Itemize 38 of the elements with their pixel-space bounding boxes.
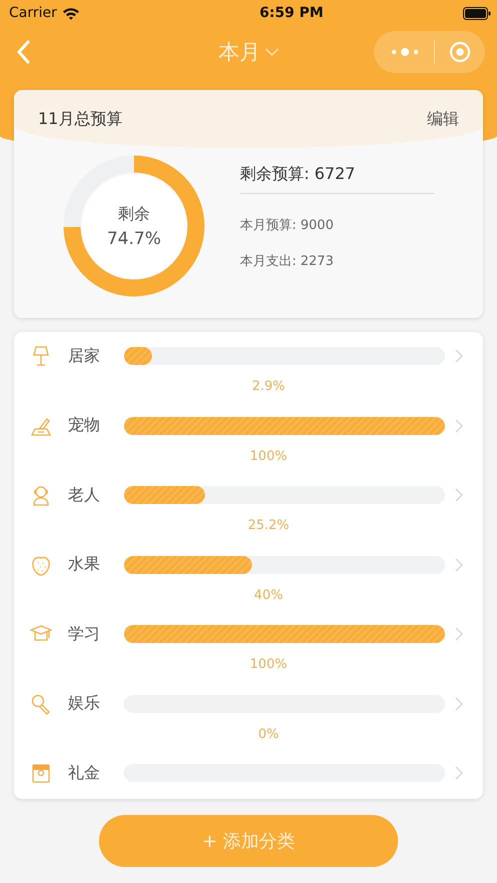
category-name: 宠物 xyxy=(68,415,101,436)
wifi-icon xyxy=(62,6,80,20)
category-percent: 2.9% xyxy=(252,379,286,394)
monthly-spending: 本月支出: 2273 xyxy=(240,253,335,270)
category-name: 居家 xyxy=(68,346,101,366)
back-icon[interactable] xyxy=(16,40,30,64)
chevron-down-icon xyxy=(264,48,278,56)
battery-icon xyxy=(463,6,491,20)
status-time: 6:59 PM xyxy=(260,5,324,21)
edit-link[interactable]: 编辑 xyxy=(427,108,459,130)
chevron-right-icon[interactable] xyxy=(455,696,463,710)
chevron-right-icon[interactable] xyxy=(455,349,463,363)
chevron-right-icon[interactable] xyxy=(455,558,463,572)
category-percent: 0% xyxy=(258,726,279,742)
category-percent: 25.2% xyxy=(248,518,290,533)
category-percent: 100% xyxy=(250,448,288,464)
chevron-right-icon[interactable] xyxy=(455,418,463,432)
chevron-right-icon[interactable] xyxy=(455,766,463,780)
category-percent: 40% xyxy=(254,588,283,602)
category-name: 水果 xyxy=(68,554,101,575)
category-name: 娱乐 xyxy=(68,693,101,714)
category-name: 老人 xyxy=(68,484,101,506)
ring-percent: 74.7% xyxy=(106,228,161,248)
category-name: 学习 xyxy=(68,624,101,644)
budget-title: 11月总预算 xyxy=(38,108,122,130)
more-icon[interactable] xyxy=(390,47,420,57)
magnifier-icon xyxy=(30,692,52,714)
carrier-name: Carrier xyxy=(9,5,57,21)
record-icon[interactable] xyxy=(449,41,471,63)
month-dropdown[interactable]: 本月 xyxy=(218,38,278,66)
chevron-right-icon[interactable] xyxy=(455,488,463,502)
ring-label: 剩余 xyxy=(118,204,150,224)
add-category-button[interactable]: + 添加分类 xyxy=(99,815,398,867)
category-percent: 100% xyxy=(250,657,288,672)
remaining-budget: 剩余预算: 6727 xyxy=(240,164,434,194)
monthly-budget: 本月预算: 9000 xyxy=(240,217,335,234)
chevron-right-icon[interactable] xyxy=(455,627,463,641)
category-name: 礼金 xyxy=(68,762,101,784)
